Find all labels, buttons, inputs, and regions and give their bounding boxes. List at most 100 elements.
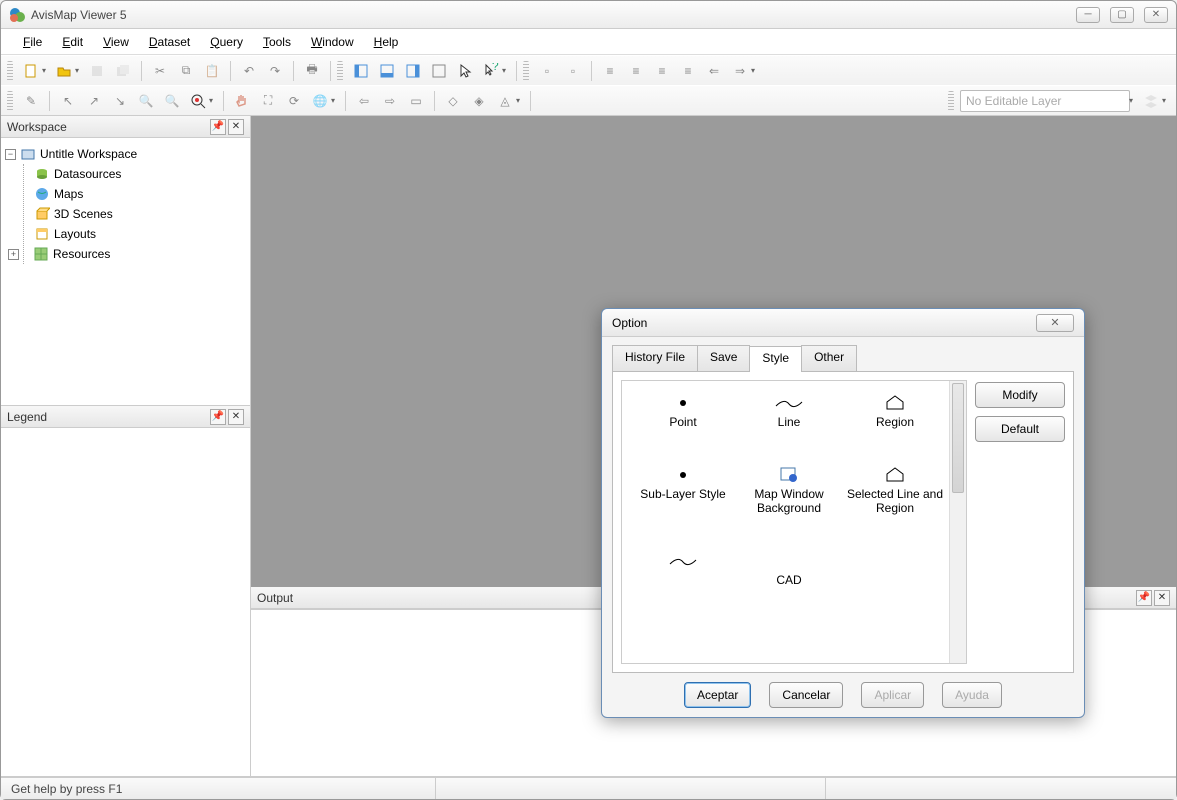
style-item-region[interactable]: Region <box>844 391 946 429</box>
tree-item-datasources[interactable]: Datasources <box>34 164 246 184</box>
default-button[interactable]: Default <box>975 416 1065 442</box>
menu-edit[interactable]: Edit <box>54 32 91 52</box>
style-item-cad[interactable]: CAD <box>738 549 840 587</box>
titlebar[interactable]: AvisMap Viewer 5 ─ ▢ ✕ <box>1 1 1176 29</box>
print-button: 🖶 <box>300 59 324 83</box>
menu-tools[interactable]: Tools <box>255 32 299 52</box>
clear-1: ◇ <box>441 89 465 113</box>
line-icon <box>632 549 734 573</box>
tree-item-layouts[interactable]: Layouts <box>34 224 246 244</box>
panel-toggle-4[interactable] <box>427 59 451 83</box>
tree-item-3dscenes[interactable]: 3D Scenes <box>34 204 246 224</box>
datasource-icon <box>34 166 50 182</box>
maximize-button[interactable]: ▢ <box>1110 7 1134 23</box>
app-icon <box>9 7 25 23</box>
panel-close-icon[interactable]: ✕ <box>1154 590 1170 606</box>
align-3: ≡ <box>650 59 674 83</box>
panel-close-icon[interactable]: ✕ <box>228 119 244 135</box>
toolbar-grip[interactable] <box>523 61 529 81</box>
point-icon <box>632 391 734 415</box>
editable-layer-combo[interactable]: No Editable Layer <box>960 90 1130 112</box>
workspace-tree[interactable]: − Untitle Workspace Datasources Maps <box>1 138 250 405</box>
style-item-9[interactable] <box>844 549 946 587</box>
workspace-icon <box>20 146 36 162</box>
style-item-selected[interactable]: Selected Line and Region <box>844 463 946 515</box>
point-icon <box>632 463 734 487</box>
nav-fwd: ⇒ <box>728 59 752 83</box>
line-icon <box>738 391 840 415</box>
layers-button <box>1139 89 1163 113</box>
modify-button[interactable]: Modify <box>975 382 1065 408</box>
pin-icon[interactable]: 📌 <box>1136 590 1152 606</box>
legend-header[interactable]: Legend 📌 ✕ <box>1 406 250 428</box>
body: Workspace 📌 ✕ − Untitle Workspace Dataso… <box>1 116 1176 777</box>
dialog-close-button[interactable]: ✕ <box>1036 314 1074 332</box>
resources-icon <box>33 246 49 262</box>
minimize-button[interactable]: ─ <box>1076 7 1100 23</box>
left-column: Workspace 📌 ✕ − Untitle Workspace Dataso… <box>1 116 251 777</box>
accept-button[interactable]: Aceptar <box>684 682 751 708</box>
cut-button: ✂ <box>148 59 172 83</box>
new-button[interactable] <box>19 59 43 83</box>
panel-toggle-3[interactable] <box>401 59 425 83</box>
zoom-in: 🔍 <box>134 89 158 113</box>
tree-collapse-icon[interactable]: − <box>5 149 16 160</box>
menu-window[interactable]: Window <box>303 32 362 52</box>
menu-help[interactable]: Help <box>366 32 407 52</box>
style-item-7[interactable] <box>632 549 734 587</box>
tree-item-resources[interactable]: + Resources <box>34 244 246 264</box>
select-tool-1: ↖ <box>56 89 80 113</box>
toolbar-grip[interactable] <box>948 91 954 111</box>
menu-query[interactable]: Query <box>202 32 251 52</box>
workspace-header[interactable]: Workspace 📌 ✕ <box>1 116 250 138</box>
tab-history-file[interactable]: History File <box>612 345 698 371</box>
undo-button: ↶ <box>237 59 261 83</box>
nav-back: ⇐ <box>702 59 726 83</box>
tree-root[interactable]: − Untitle Workspace <box>5 144 246 164</box>
redo-button: ↷ <box>263 59 287 83</box>
doc-button-2: ▫ <box>561 59 585 83</box>
tab-style[interactable]: Style <box>749 346 802 372</box>
tab-save[interactable]: Save <box>697 345 750 371</box>
save-button <box>85 59 109 83</box>
region-icon <box>844 391 946 415</box>
dialog-titlebar[interactable]: Option ✕ <box>602 309 1084 337</box>
menu-file[interactable]: File <box>15 32 50 52</box>
nav-prev: ⇦ <box>352 89 376 113</box>
panel-toggle-1[interactable] <box>349 59 373 83</box>
copy-button: ⧉ <box>174 59 198 83</box>
scrollbar[interactable] <box>949 381 966 663</box>
help-pointer-tool[interactable]: ? <box>479 59 503 83</box>
toolbar-grip[interactable] <box>337 61 343 81</box>
tree-item-maps[interactable]: Maps <box>34 184 246 204</box>
pin-icon[interactable]: 📌 <box>210 409 226 425</box>
main-area: Output 📌 ✕ Option ✕ History File Save <box>251 116 1176 777</box>
style-listbox[interactable]: Point Line Region <box>621 380 967 664</box>
doc-button-1: ▫ <box>535 59 559 83</box>
menu-dataset[interactable]: Dataset <box>141 32 198 52</box>
pointer-tool[interactable] <box>453 59 477 83</box>
saveall-button <box>111 59 135 83</box>
style-item-sublayer[interactable]: Sub-Layer Style <box>632 463 734 515</box>
option-dialog[interactable]: Option ✕ History File Save Style Other <box>601 308 1085 718</box>
scrollbar-thumb[interactable] <box>952 383 964 493</box>
style-item-point[interactable]: Point <box>632 391 734 429</box>
tab-other[interactable]: Other <box>801 345 857 371</box>
panel-toggle-2[interactable] <box>375 59 399 83</box>
open-button[interactable] <box>52 59 76 83</box>
cancel-button[interactable]: Cancelar <box>769 682 843 708</box>
select-tool-3: ↘ <box>108 89 132 113</box>
toolbar-grip[interactable] <box>7 61 13 81</box>
zoom-fit[interactable] <box>186 89 210 113</box>
style-item-line[interactable]: Line <box>738 391 840 429</box>
maps-icon <box>34 186 50 202</box>
pin-icon[interactable]: 📌 <box>210 119 226 135</box>
menubar: File Edit View Dataset Query Tools Windo… <box>1 29 1176 55</box>
panel-close-icon[interactable]: ✕ <box>228 409 244 425</box>
toolbar-grip[interactable] <box>7 91 13 111</box>
pan-tool[interactable] <box>230 89 254 113</box>
style-item-mapwindowbg[interactable]: Map Window Background <box>738 463 840 515</box>
close-button[interactable]: ✕ <box>1144 7 1168 23</box>
tree-expand-icon[interactable]: + <box>8 249 19 260</box>
menu-view[interactable]: View <box>95 32 137 52</box>
